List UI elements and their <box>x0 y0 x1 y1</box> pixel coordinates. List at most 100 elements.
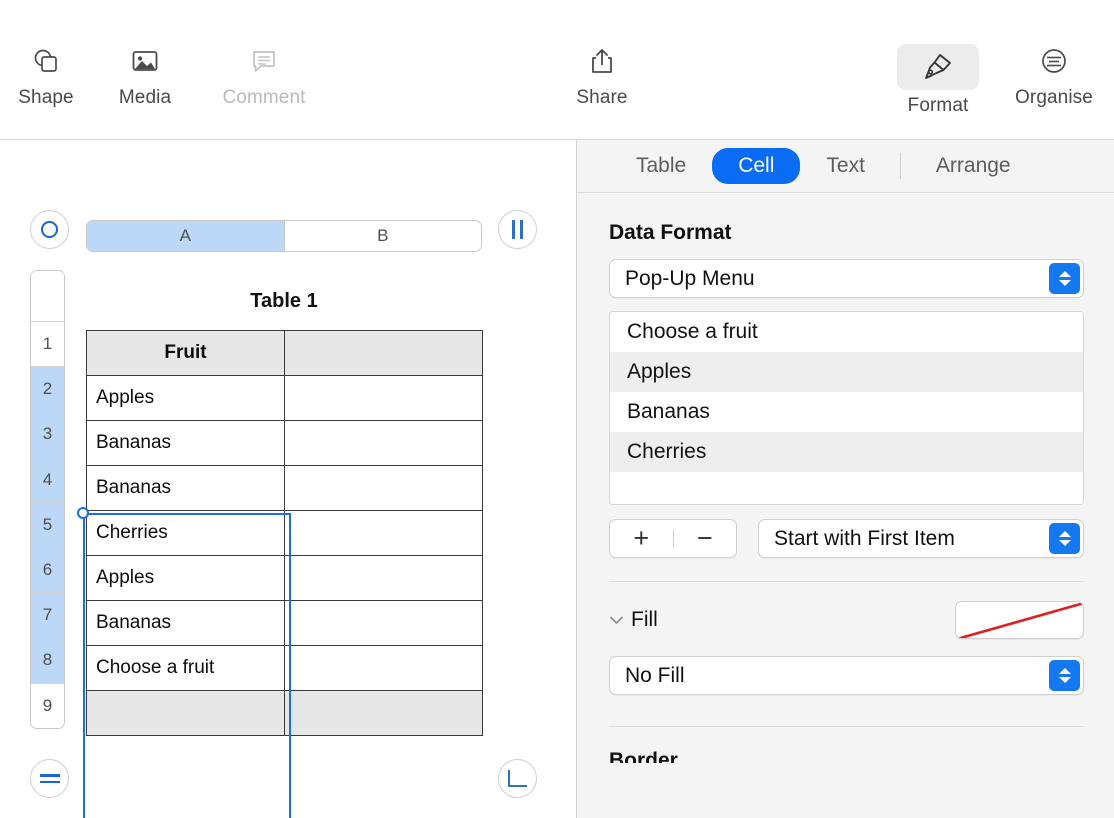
tab-cell[interactable]: Cell <box>712 148 801 184</box>
row-header-bar[interactable]: 1 2 3 4 5 6 7 8 9 <box>30 270 65 729</box>
cell-a2[interactable]: Apples <box>86 375 285 421</box>
border-section-heading: Border <box>609 749 678 763</box>
toolbar-label-shape: Shape <box>18 87 74 108</box>
tab-divider <box>899 153 901 179</box>
comment-icon <box>247 44 281 78</box>
chevron-updown-icon[interactable] <box>1049 263 1080 294</box>
toolbar-button-format[interactable]: Format <box>890 44 986 117</box>
spreadsheet-table[interactable]: Fruit Apples Bananas Bananas Cherries Ap… <box>86 330 483 736</box>
section-divider <box>609 726 1084 727</box>
data-format-value: Pop-Up Menu <box>625 266 755 290</box>
cell-b7[interactable] <box>284 600 483 646</box>
row-header-8[interactable]: 8 <box>31 637 64 683</box>
table-row[interactable]: Bananas <box>86 420 483 466</box>
list-item[interactable]: Apples <box>610 352 1083 392</box>
table-row-footer[interactable] <box>86 690 483 736</box>
keynote-numbers-window: Shape Media Comment Share Format Organis… <box>0 0 1114 818</box>
cell-a5[interactable]: Cherries <box>86 510 285 556</box>
cell-a6[interactable]: Apples <box>86 555 285 601</box>
selection-handle-top-left[interactable] <box>77 507 89 519</box>
fill-section-header: Fill <box>609 601 1084 639</box>
column-header-b[interactable]: B <box>283 221 481 251</box>
list-item[interactable]: Bananas <box>610 392 1083 432</box>
toolbar-button-organise[interactable]: Organise <box>1002 44 1106 109</box>
cell-b4[interactable] <box>284 465 483 511</box>
cell-a4[interactable]: Bananas <box>86 465 285 511</box>
chevron-updown-icon[interactable] <box>1049 523 1080 554</box>
corner-icon <box>508 770 527 787</box>
remove-item-button[interactable]: − <box>674 525 737 552</box>
fill-label: Fill <box>631 608 658 631</box>
no-fill-swatch[interactable] <box>955 601 1084 639</box>
cell-a1[interactable]: Fruit <box>86 330 285 376</box>
cell-b2[interactable] <box>284 375 483 421</box>
toolbar-button-share[interactable]: Share <box>554 44 650 109</box>
chevron-updown-icon[interactable] <box>1049 660 1080 691</box>
cell-b1[interactable] <box>284 330 483 376</box>
row-header-3[interactable]: 3 <box>31 411 64 457</box>
toolbar-label-organise: Organise <box>1015 87 1093 108</box>
circle-icon <box>41 221 58 238</box>
top-toolbar: Shape Media Comment Share Format Organis… <box>0 0 1114 140</box>
table-row[interactable]: Bananas <box>86 465 483 511</box>
add-row-handle[interactable] <box>30 759 69 798</box>
table-title[interactable]: Table 1 <box>86 290 482 313</box>
column-header-bar[interactable]: A B <box>86 220 482 252</box>
toolbar-label-comment: Comment <box>222 87 306 108</box>
list-item-empty[interactable] <box>610 472 1083 504</box>
cell-a9[interactable] <box>86 690 285 736</box>
cell-b5[interactable] <box>284 510 483 556</box>
table-row[interactable]: Choose a fruit <box>86 645 483 691</box>
table-select-handle[interactable] <box>30 210 69 249</box>
table-row[interactable]: Apples <box>86 375 483 421</box>
rows-icon <box>39 773 60 784</box>
tab-table[interactable]: Table <box>610 148 712 184</box>
share-icon <box>585 44 619 78</box>
popup-menu-item-list[interactable]: Choose a fruit Apples Bananas Cherries <box>609 311 1084 505</box>
cell-a7[interactable]: Bananas <box>86 600 285 646</box>
cell-b3[interactable] <box>284 420 483 466</box>
list-item[interactable]: Choose a fruit <box>610 312 1083 352</box>
toolbar-button-media[interactable]: Media <box>97 44 193 109</box>
toolbar-label-share: Share <box>576 87 628 108</box>
start-with-select[interactable]: Start with First Item <box>758 519 1084 558</box>
cell-a3[interactable]: Bananas <box>86 420 285 466</box>
data-format-select[interactable]: Pop-Up Menu <box>609 259 1084 298</box>
row-header-spacer <box>31 271 64 321</box>
cell-b8[interactable] <box>284 645 483 691</box>
columns-icon <box>512 220 523 239</box>
inspector-body: Data Format Pop-Up Menu Choose a fruit A… <box>577 193 1114 763</box>
add-remove-item-group: + − <box>609 519 737 558</box>
fill-type-value: No Fill <box>625 663 685 687</box>
add-column-handle[interactable] <box>498 210 537 249</box>
row-header-9[interactable]: 9 <box>31 682 64 728</box>
row-header-6[interactable]: 6 <box>31 546 64 593</box>
document-canvas[interactable]: A B 1 2 3 4 5 6 7 8 9 Table 1 Fruit Appl… <box>0 140 576 818</box>
data-format-heading: Data Format <box>609 221 732 244</box>
cell-a8[interactable]: Choose a fruit <box>86 645 285 691</box>
table-row[interactable]: Cherries <box>86 510 483 556</box>
row-header-5[interactable]: 5 <box>31 501 64 547</box>
list-item[interactable]: Cherries <box>610 432 1083 472</box>
cell-b6[interactable] <box>284 555 483 601</box>
row-header-2[interactable]: 2 <box>31 366 64 412</box>
table-row[interactable]: Apples <box>86 555 483 601</box>
chevron-down-icon[interactable] <box>609 615 631 625</box>
cell-b9[interactable] <box>284 690 483 736</box>
table-row[interactable]: Bananas <box>86 600 483 646</box>
row-header-7[interactable]: 7 <box>31 592 64 638</box>
toolbar-label-format: Format <box>907 95 969 116</box>
resize-table-handle[interactable] <box>498 759 537 798</box>
media-icon <box>128 44 162 78</box>
tab-text[interactable]: Text <box>800 148 891 184</box>
tab-arrange[interactable]: Arrange <box>910 148 1037 184</box>
row-header-1[interactable]: 1 <box>31 321 64 367</box>
column-header-a[interactable]: A <box>87 221 284 251</box>
add-item-button[interactable]: + <box>610 525 673 552</box>
table-row-header[interactable]: Fruit <box>86 330 483 376</box>
toolbar-button-shape[interactable]: Shape <box>0 44 94 109</box>
section-divider <box>609 581 1084 582</box>
row-header-4[interactable]: 4 <box>31 456 64 502</box>
toolbar-button-comment[interactable]: Comment <box>214 44 314 109</box>
fill-type-select[interactable]: No Fill <box>609 656 1084 695</box>
